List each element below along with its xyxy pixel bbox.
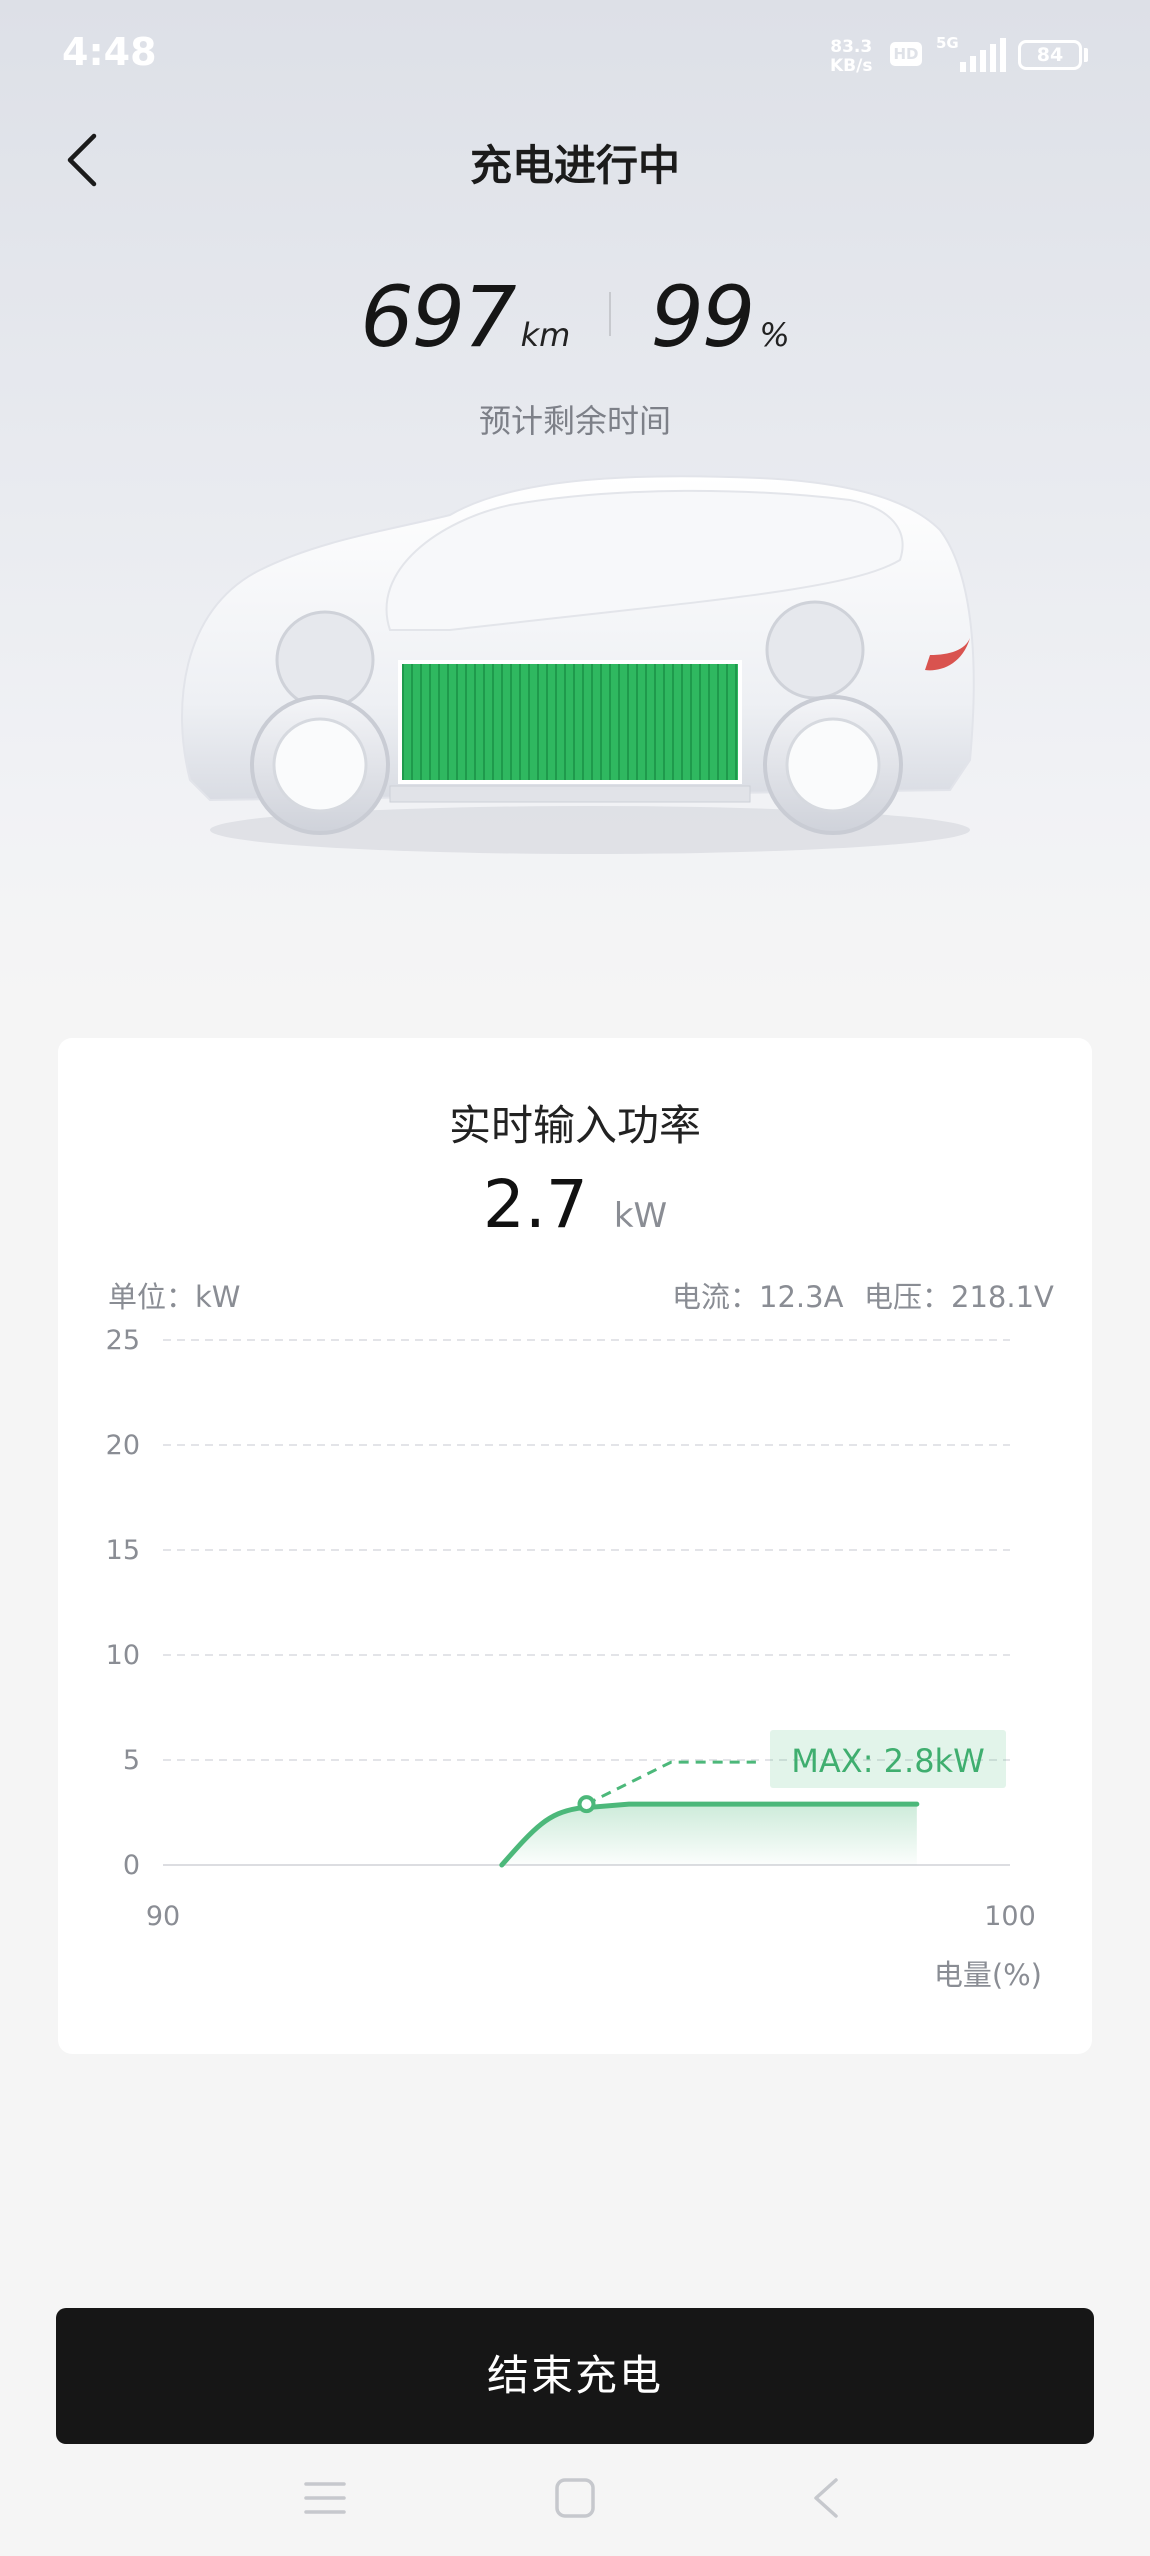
y-tick-label: 20 [106, 1430, 140, 1461]
rear-wheel-arch [765, 600, 865, 700]
battery-icon: 84 [1018, 40, 1082, 70]
y-tick-label: 5 [123, 1745, 140, 1776]
power-unit: kW [613, 1196, 668, 1236]
menu-icon[interactable] [302, 2478, 348, 2518]
page-title: 充电进行中 [469, 141, 680, 190]
max-annotation-label: MAX: 2.8kW [791, 1742, 984, 1780]
soc-value: 99 [650, 268, 755, 366]
current-label: 电流：12.3A [672, 1280, 844, 1314]
current-point-marker [577, 1795, 596, 1814]
end-charging-button[interactable]: 结束充电 [56, 2308, 1094, 2444]
network-speed: 83.3 KB/s [830, 38, 872, 76]
y-tick-label: 10 [106, 1640, 140, 1671]
battery-tray [389, 785, 751, 803]
x-axis-label: 电量(%) [934, 1958, 1042, 1992]
battery-tip [1084, 48, 1088, 62]
range-unit: km [520, 316, 571, 354]
hd-icon: HD [890, 42, 922, 66]
chart-unit-label: 单位：kW [108, 1280, 241, 1314]
network-type: 5G [936, 34, 959, 52]
home-icon[interactable] [553, 2476, 597, 2520]
x-tick-label: 100 [984, 1901, 1036, 1932]
front-wheel-arch [275, 610, 375, 710]
max-dashed-line [585, 1760, 756, 1806]
car-illustration [181, 475, 975, 854]
power-value: 2.7 [482, 1166, 588, 1243]
voltage-label: 电压：218.1V [864, 1280, 1054, 1314]
stats-divider [609, 292, 612, 336]
battery-level: 84 [1036, 44, 1064, 66]
status-time: 4:48 [62, 30, 157, 74]
rear-rim [785, 717, 881, 813]
y-tick-label: 15 [106, 1535, 140, 1566]
power-readout: 2.7 kW [0, 1166, 1150, 1243]
battery-pack [398, 660, 742, 784]
range-value: 697 [360, 268, 516, 366]
x-tick-label: 90 [146, 1901, 180, 1932]
system-nav-bar [0, 2444, 1150, 2556]
card-title: 实时输入功率 [448, 1101, 701, 1150]
y-tick-label: 25 [106, 1325, 140, 1356]
signal-icon [960, 38, 1006, 72]
soc-unit: % [759, 316, 790, 354]
remaining-time-label: 预计剩余时间 [478, 402, 671, 440]
back-nav-icon[interactable] [808, 2476, 848, 2520]
power-chart: 25 20 15 10 5 090 100 电量(%) MAX: 2.8kW [106, 1325, 1042, 1992]
y-tick-label: 0 [123, 1850, 140, 1881]
front-rim [272, 717, 368, 813]
network-speed-unit: KB/s [830, 56, 873, 76]
charge-stats: 697 km 99% [0, 268, 1150, 366]
status-bar: 4:48 83.3 KB/s HD 5G 84 [0, 0, 1150, 110]
network-speed-value: 83.3 [830, 37, 873, 57]
